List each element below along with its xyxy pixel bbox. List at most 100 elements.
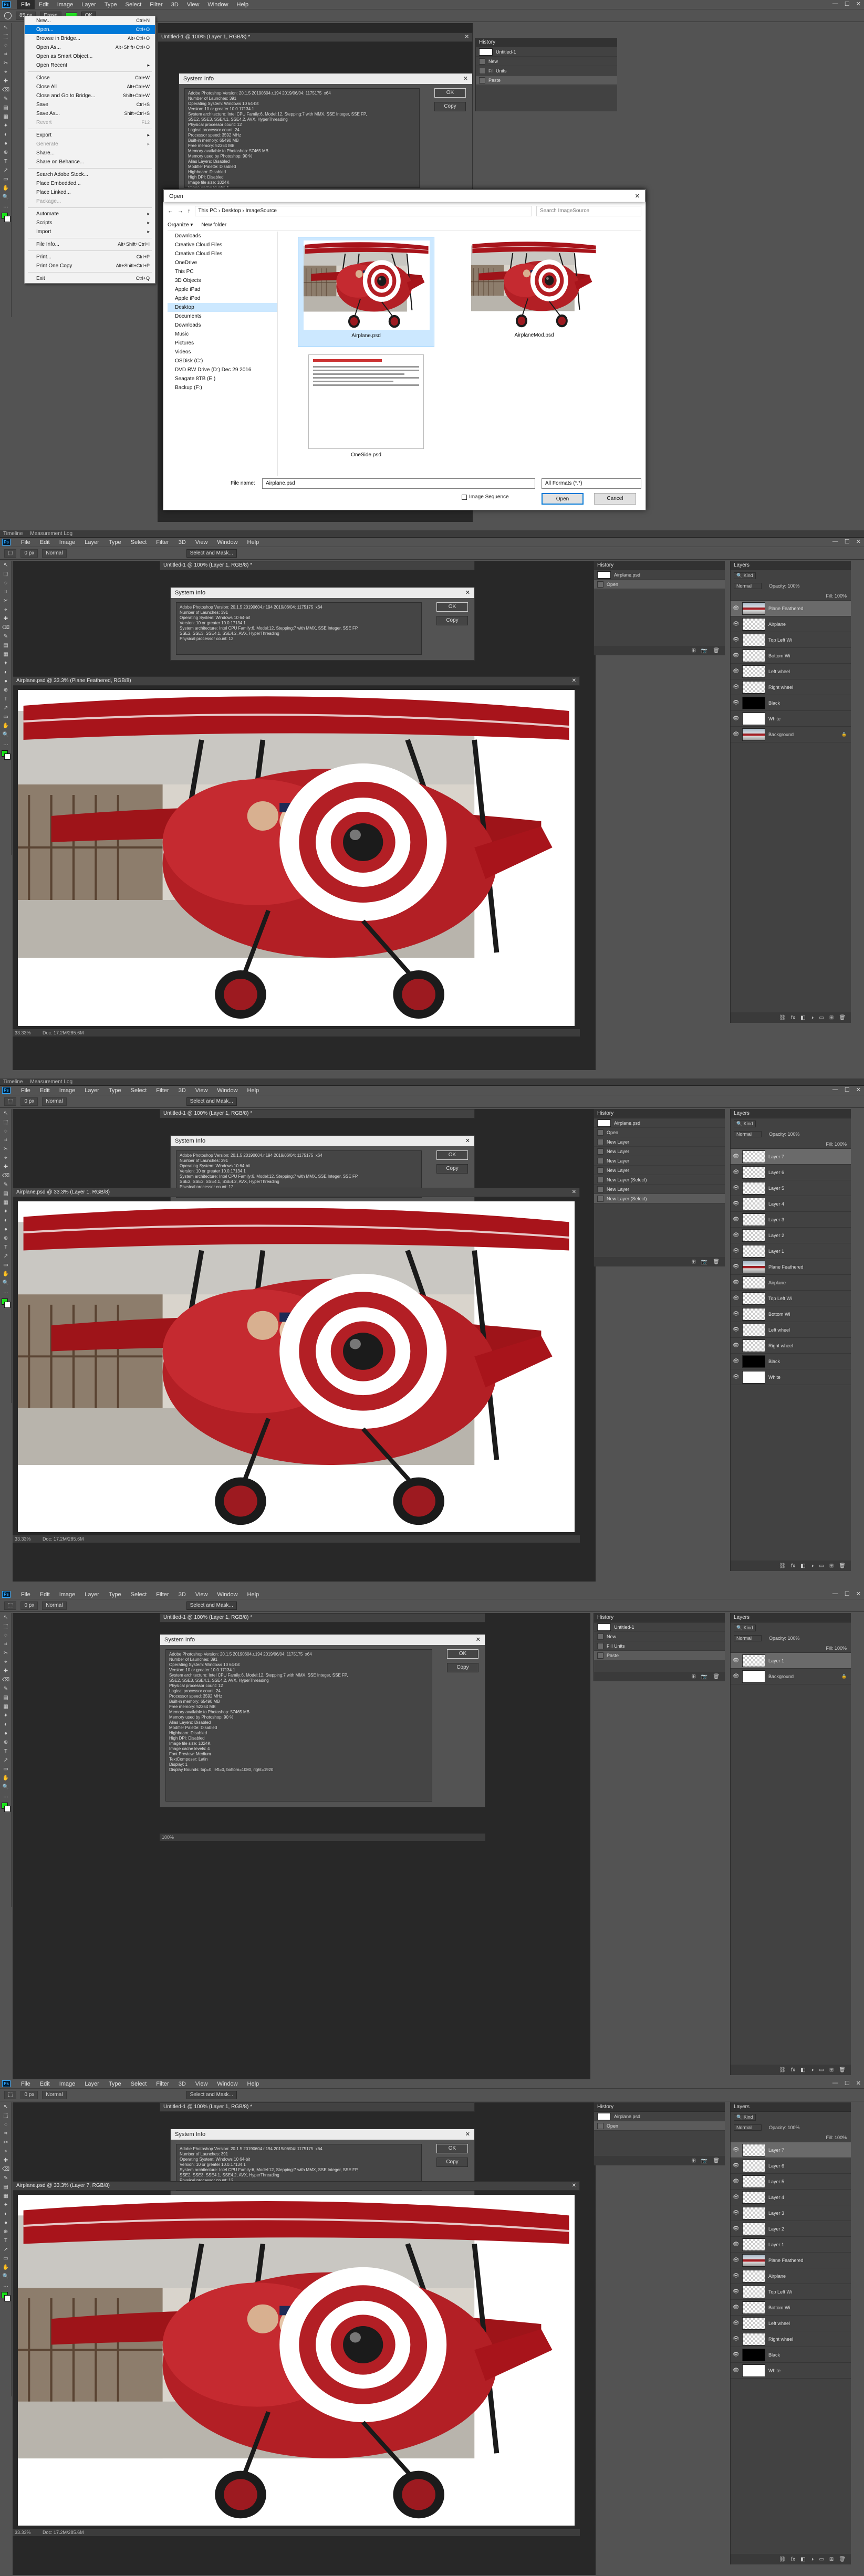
menu-filter[interactable]: Filter [152,2079,173,2089]
history-brush-tool-icon[interactable]: ▤ [0,1189,12,1198]
menu-file[interactable]: File [17,538,35,547]
link-icon[interactable]: ⛓ [779,2067,786,2073]
history-state[interactable]: New Layer [594,1166,725,1175]
layer-row[interactable]: 👁 Airplane [731,1275,851,1291]
menu-3d[interactable]: 3D [174,538,190,547]
nav-item[interactable]: Backup (F:) [168,383,277,392]
layer-row[interactable]: 👁 Left wheel [731,2316,851,2331]
menu-layer[interactable]: Layer [80,538,103,547]
feather-field[interactable]: 0 px [20,1097,38,1106]
adjustment-icon[interactable]: ◑ [810,2557,814,2562]
menu-edit[interactable]: Edit [36,538,54,547]
eye-icon[interactable]: 👁 [733,1343,740,1348]
marquee-tool-icon[interactable]: ⬚ [0,570,12,579]
adjustment-icon[interactable]: ◑ [810,1563,814,1569]
eraser-tool-icon[interactable]: ▦ [0,1198,12,1207]
history-state[interactable]: New Layer (Select) [594,1194,725,1203]
camera-icon[interactable]: 📷 [701,2158,707,2164]
marquee-tool-icon[interactable]: ⬚ [4,549,17,558]
file-name-input[interactable]: Airplane.psd [262,478,535,489]
history-state[interactable]: Paste [476,76,617,85]
menu-item[interactable]: Close All Alt+Ctrl+W [25,82,155,91]
menu-file[interactable]: File [17,2079,35,2089]
more-tool-icon[interactable]: … [0,739,12,748]
document-canvas[interactable] [18,690,575,1026]
search-input[interactable]: Search ImageSource [536,206,641,216]
layer-row[interactable]: 👁 Layer 3 [731,2205,851,2221]
layer-row[interactable]: 👁 Layer 6 [731,2158,851,2174]
menu-image[interactable]: Image [55,1086,80,1095]
path-select-tool-icon[interactable]: ↗ [0,1252,12,1261]
path-field[interactable]: This PC › Desktop › ImageSource [194,206,532,216]
eye-icon[interactable]: 👁 [733,1280,740,1285]
select-and-mask-button[interactable]: Select and Mask... [186,1601,237,1610]
menu-item[interactable]: New... Ctrl+N [25,16,155,25]
eye-icon[interactable]: 👁 [733,716,740,721]
layer-row[interactable]: 👁 Right wheel [731,1338,851,1354]
layer-row[interactable]: 👁 Bottom Wi [731,648,851,664]
ok-button[interactable]: OK [436,1150,468,1160]
new-layer-icon[interactable]: ⊞ [829,2067,834,2073]
menu-item[interactable]: Search Adobe Stock... [25,170,155,179]
menu-item[interactable]: Export ▸ [25,131,155,140]
folder-icon[interactable]: ▭ [819,2067,824,2073]
menu-item[interactable]: Print... Ctrl+P [25,253,155,261]
background-document-tab[interactable]: Untitled-1 @ 100% (Layer 1, RGB/8) * [160,2102,475,2112]
opacity-field[interactable]: Opacity: 100% [769,583,800,589]
nav-item[interactable]: OSDisk (C:) [168,357,277,365]
file-item[interactable]: AirplaneMod.psd [466,237,602,347]
layer-row[interactable]: 👁 Black [731,1354,851,1369]
dodge-tool-icon[interactable]: ● [0,1729,12,1738]
menu-view[interactable]: View [191,2079,212,2089]
type-tool-icon[interactable]: T [0,1747,12,1756]
select-and-mask-button[interactable]: Select and Mask... [186,1097,237,1106]
menu-type[interactable]: Type [105,1590,126,1599]
menu-view[interactable]: View [191,1086,212,1095]
lasso-tool-icon[interactable]: ◌ [0,579,12,588]
shape-tool-icon[interactable]: ▭ [0,2254,12,2263]
history-snapshot[interactable]: Airplane.psd [594,570,725,580]
menu-type[interactable]: Type [105,2079,126,2089]
nav-item[interactable]: 3D Objects [168,276,277,285]
layer-row[interactable]: 👁 White [731,711,851,727]
eye-icon[interactable]: 👁 [733,1154,740,1159]
menu-file[interactable]: File [17,1590,35,1599]
blend-mode-select[interactable]: Normal [734,2124,762,2131]
history-brush-tool-icon[interactable]: ▤ [0,1693,12,1702]
close-icon[interactable]: ✕ [572,1188,576,1197]
history-state[interactable]: Paste [594,1651,725,1660]
nav-item[interactable]: Downloads [168,232,277,240]
trash-icon[interactable]: 🗑 [839,1563,846,1569]
layer-row[interactable]: 👁 Layer 4 [731,2190,851,2205]
zoom-tool-icon[interactable]: 🔍 [0,1279,12,1287]
layer-row[interactable]: 👁 Layer 6 [731,1165,851,1180]
more-tool-icon[interactable]: … [0,2281,12,2290]
eye-icon[interactable]: 👁 [733,621,740,627]
eye-icon[interactable]: 👁 [733,731,740,737]
trash-icon[interactable]: 🗑 [713,2158,720,2164]
copy-button[interactable]: Copy [447,1663,478,1672]
layer-row[interactable]: 👁 Layer 2 [731,1228,851,1243]
zoom-tool-icon[interactable]: 🔍 [0,2272,12,2281]
layer-row[interactable]: 👁 Layer 3 [731,1212,851,1228]
minimize-icon[interactable]: — [832,538,838,545]
layer-row[interactable]: 👁 Bottom Wi [731,1306,851,1322]
new-document-icon[interactable]: ⊞ [691,1259,695,1265]
new-layer-icon[interactable]: ⊞ [829,2557,834,2562]
link-icon[interactable]: ⛓ [779,1015,786,1021]
eye-icon[interactable]: 👁 [733,1374,740,1380]
history-state[interactable]: New [476,57,617,66]
marquee-tool-icon[interactable]: ⬚ [0,1622,12,1631]
fill-field[interactable]: Fill: 100% [826,1646,847,1651]
eye-icon[interactable]: 👁 [733,1232,740,1238]
more-tool-icon[interactable]: … [0,202,12,211]
eye-icon[interactable]: 👁 [733,637,740,643]
more-tool-icon[interactable]: … [0,1287,12,1296]
move-tool-icon[interactable]: ↖ [0,561,12,570]
menu-item[interactable]: Open... Ctrl+O [25,25,155,34]
eye-icon[interactable]: 👁 [733,2210,740,2216]
eraser-tool-icon[interactable]: ▦ [0,1702,12,1711]
history-state[interactable]: New [594,1632,725,1641]
crop-tool-icon[interactable]: ✂ [0,1145,12,1154]
maximize-icon[interactable]: ☐ [845,538,850,545]
